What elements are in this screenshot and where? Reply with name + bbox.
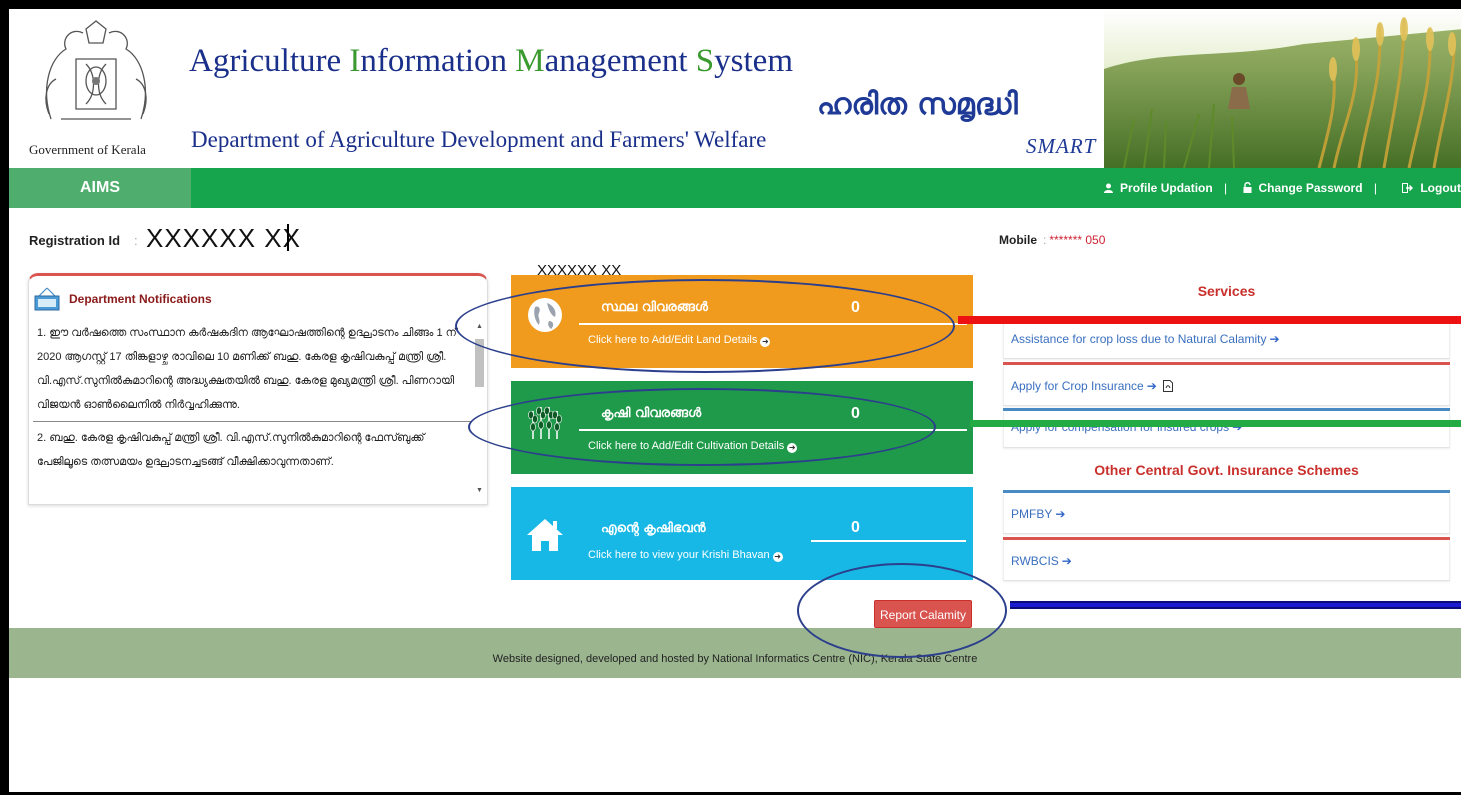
services-divider	[1003, 362, 1450, 365]
crop-icon	[528, 406, 562, 439]
site-subtitle: Department of Agriculture Development an…	[191, 127, 767, 152]
site-title: Agriculture Information Management Syste…	[189, 43, 793, 80]
title-fragment: I	[349, 43, 361, 79]
arrow-circle-right-icon: ➜	[787, 443, 798, 453]
notification-item: 2. ബഹു. കേരള കൃഷിവകുപ്പ് മന്ത്രി ശ്രീ. വ…	[37, 432, 425, 468]
notification-item: 1. ഈ വർഷത്തെ സംസ്ഥാന കർഷകദിന ആഘോഷത്തിന്റ…	[33, 321, 472, 422]
mobile-label: Mobile	[999, 233, 1037, 247]
service-label: Apply for compensation for insured crops	[1011, 420, 1230, 434]
notice-board-icon	[34, 287, 60, 311]
arrow-right-icon: ➔	[1232, 420, 1243, 434]
cultivation-details-label: കൃഷി വിവരങ്ങൾ	[601, 406, 702, 421]
services-divider	[1003, 537, 1450, 540]
registration-id-label: Registration Id	[29, 233, 121, 248]
scrollbar-thumb[interactable]	[475, 339, 484, 387]
home-icon	[527, 519, 563, 551]
scheme-name: ഹരിത സമൃദ്ധി	[817, 87, 1018, 122]
nav-separator: |	[1373, 181, 1377, 195]
cultivation-details-link[interactable]: Click here to Add/Edit Cultivation Detai…	[588, 440, 798, 453]
arrow-right-icon: ➔	[1055, 507, 1066, 521]
notifications-scrollbar[interactable]: ▲ ▼	[474, 321, 485, 501]
lock-icon	[1243, 182, 1251, 193]
mobile-number: ******* 050	[1049, 233, 1106, 247]
krishi-bhavan-link[interactable]: Click here to view your Krishi Bhavan ➜	[588, 549, 783, 562]
services-title: Services	[1197, 283, 1256, 299]
scheme-rwbcis[interactable]: RWBCIS ➔	[1003, 541, 1450, 581]
land-details-label: സ്ഥല വിവരങ്ങൾ	[601, 300, 708, 315]
globe-icon	[528, 298, 562, 332]
service-crop-loss-assistance[interactable]: Assistance for crop loss due to Natural …	[1003, 319, 1450, 359]
logout-link[interactable]: Logout	[1402, 181, 1461, 195]
site-header: Government of Kerala Agriculture Informa…	[9, 9, 1461, 168]
tile-divider	[579, 323, 967, 325]
nav-brand-aims[interactable]: AIMS	[9, 168, 191, 208]
scheme-pmfby[interactable]: PMFBY ➔	[1003, 494, 1450, 534]
cultivation-details-link-text: Click here to Add/Edit Cultivation Detai…	[588, 440, 785, 452]
krishi-bhavan-count: 0	[851, 519, 860, 536]
paddy-field-banner-image	[1104, 9, 1461, 168]
title-fragment: nformation	[360, 43, 516, 79]
profile-updation-link[interactable]: Profile Updation	[1104, 181, 1216, 195]
mobile-value: : ******* 050	[1043, 233, 1105, 247]
tile-divider	[579, 429, 967, 431]
scheme-tag: SMART	[1026, 134, 1097, 158]
change-password-link[interactable]: Change Password	[1243, 181, 1366, 195]
krishi-bhavan-tile[interactable]: എന്റെ കൃഷിഭവൻ 0 Click here to view your …	[511, 487, 973, 580]
scheme-label: PMFBY	[1011, 507, 1053, 521]
arrow-right-icon: ➔	[1269, 332, 1280, 346]
tile-divider	[811, 540, 966, 542]
title-fragment: ystem	[714, 43, 793, 79]
service-insured-crops-compensation[interactable]: Apply for compensation for insured crops…	[1003, 412, 1450, 448]
logout-icon	[1402, 183, 1414, 193]
arrow-right-icon: ➔	[1146, 379, 1157, 393]
top-nav-bar: AIMS Profile Updation | Change Password …	[9, 168, 1461, 208]
arrow-circle-right-icon: ➜	[772, 552, 783, 562]
title-fragment: M	[515, 43, 545, 79]
title-fragment: S	[695, 43, 715, 79]
notifications-list: 1. ഈ വർഷത്തെ സംസ്ഥാന കർഷകദിന ആഘോഷത്തിന്റ…	[29, 321, 476, 506]
krishi-bhavan-label: എന്റെ കൃഷിഭവൻ	[601, 521, 706, 536]
other-schemes-title: Other Central Govt. Insurance Schemes	[1094, 462, 1359, 478]
service-label: Assistance for crop loss due to Natural …	[1011, 332, 1267, 346]
nav-links: Profile Updation | Change Password | Log…	[1100, 168, 1461, 208]
mobile-colon: :	[1043, 233, 1047, 247]
notifications-header: Department Notifications	[29, 286, 487, 312]
site-footer: Website designed, developed and hosted b…	[9, 628, 1461, 678]
land-details-count: 0	[851, 299, 860, 316]
service-apply-crop-insurance[interactable]: Apply for Crop Insurance ➔	[1003, 366, 1450, 406]
notifications-title: Department Notifications	[69, 292, 212, 306]
scroll-up-arrow-icon[interactable]: ▲	[476, 323, 483, 330]
report-calamity-button[interactable]: Report Calamity	[874, 600, 972, 628]
government-label: Government of Kerala	[29, 142, 146, 157]
cultivation-details-count: 0	[851, 405, 860, 422]
cultivation-details-tile[interactable]: കൃഷി വിവരങ്ങൾ 0 Click here to Add/Edit C…	[511, 381, 973, 474]
title-fragment: A	[189, 43, 213, 79]
scroll-down-arrow-icon[interactable]: ▼	[476, 487, 483, 494]
title-fragment: anagement	[544, 43, 696, 79]
kerala-emblem-logo	[45, 20, 147, 120]
land-details-link[interactable]: Click here to Add/Edit Land Details ➜	[588, 334, 771, 347]
land-details-tile[interactable]: സ്ഥല വിവരങ്ങൾ 0 Click here to Add/Edit L…	[511, 275, 973, 368]
land-details-link-text: Click here to Add/Edit Land Details	[588, 334, 758, 346]
nav-separator: |	[1224, 181, 1228, 195]
pdf-icon[interactable]	[1163, 380, 1174, 392]
services-divider	[1003, 490, 1450, 493]
krishi-bhavan-link-text: Click here to view your Krishi Bhavan	[588, 549, 770, 561]
services-panel: Services Assistance for crop loss due to…	[1003, 270, 1450, 590]
services-divider	[1003, 408, 1450, 411]
scheme-label: RWBCIS	[1011, 554, 1059, 568]
registration-id-value: XXXXXX XX	[146, 223, 301, 253]
arrow-right-icon: ➔	[1061, 554, 1072, 568]
department-notifications-panel: Department Notifications 1. ഈ വർഷത്തെ സം…	[28, 273, 488, 505]
user-icon	[1104, 183, 1114, 193]
title-fragment: griculture	[212, 43, 350, 79]
text-caret	[287, 224, 289, 251]
service-label: Apply for Crop Insurance	[1011, 379, 1144, 393]
registration-id-colon: :	[134, 233, 138, 248]
arrow-circle-right-icon: ➜	[760, 337, 771, 347]
